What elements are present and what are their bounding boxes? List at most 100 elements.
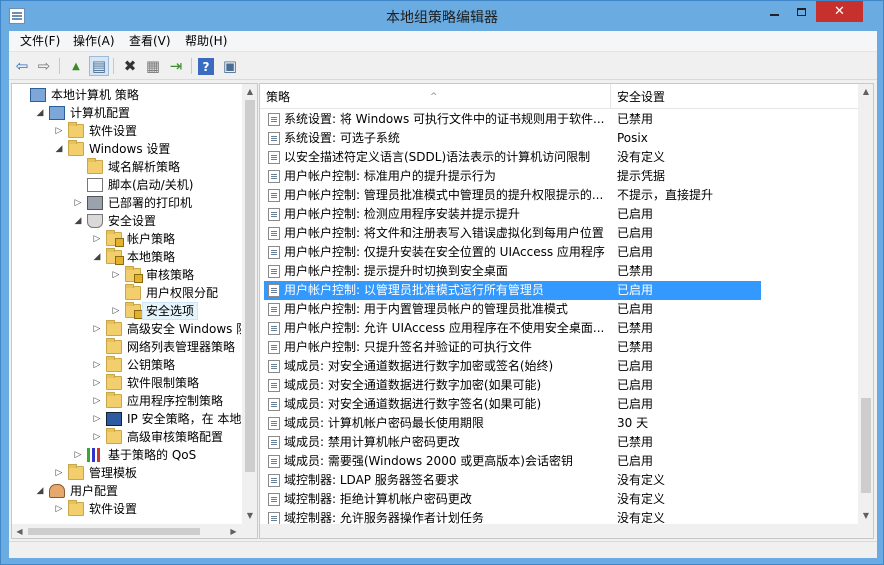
table-row[interactable]: 域成员: 对安全通道数据进行数字签名(如果可能) 已启用 xyxy=(260,395,858,414)
table-row[interactable]: 用户帐户控制: 以管理员批准模式运行所有管理员 已启用 xyxy=(260,281,858,300)
collapsed-arrow-icon[interactable]: ▷ xyxy=(92,356,102,374)
tree-item[interactable]: ▷ 软件限制策略 xyxy=(12,374,241,392)
tree-item[interactable]: ▷ 公钥策略 xyxy=(12,356,241,374)
table-row[interactable]: 用户帐户控制: 允许 UIAccess 应用程序在不使用安全桌面... 已禁用 xyxy=(260,319,858,338)
tree-item[interactable]: 域名解析策略 xyxy=(12,158,241,176)
table-row[interactable]: 域控制器: 允许服务器操作者计划任务 没有定义 xyxy=(260,509,858,524)
table-row[interactable]: 用户帐户控制: 将文件和注册表写入错误虚拟化到每用户位置 已启用 xyxy=(260,224,858,243)
scroll-thumb[interactable] xyxy=(28,528,200,535)
expanded-arrow-icon[interactable]: ◢ xyxy=(35,104,45,122)
tree-item[interactable]: ◢ 安全设置 xyxy=(12,212,241,230)
export-list-button[interactable]: ⇥ xyxy=(166,56,186,76)
tree-horizontal-scrollbar[interactable]: ◀ ▶ xyxy=(12,524,242,538)
scroll-down-icon[interactable]: ▼ xyxy=(858,508,873,523)
list-vertical-scrollbar[interactable]: ▲ ▼ xyxy=(858,84,873,524)
tree-vertical-scrollbar[interactable]: ▲ ▼ xyxy=(242,84,257,524)
tree-item[interactable]: ▷ 高级安全 Windows 防火墙 xyxy=(12,320,241,338)
show-hide-tree-button[interactable]: ▤ xyxy=(89,56,109,76)
collapsed-arrow-icon[interactable]: ▷ xyxy=(73,446,83,464)
scroll-down-icon[interactable]: ▼ xyxy=(242,508,257,523)
tree-item[interactable]: ▷ 审核策略 xyxy=(12,266,241,284)
menu-action[interactable]: 操作(A) xyxy=(73,33,115,50)
close-button[interactable]: ✕ xyxy=(816,1,863,22)
tree-item[interactable]: ▷ 已部署的打印机 xyxy=(12,194,241,212)
tree-item[interactable]: 本地计算机 策略 xyxy=(12,86,241,104)
menu-file[interactable]: 文件(F) xyxy=(20,33,60,50)
menu-view[interactable]: 查看(V) xyxy=(129,33,171,50)
tree-item[interactable]: ▷ 安全选项 xyxy=(12,302,241,320)
tree-item[interactable]: ▷ 高级审核策略配置 xyxy=(12,428,241,446)
view-button[interactable]: ▣ xyxy=(220,56,240,76)
properties-button[interactable]: ▦ xyxy=(143,56,163,76)
table-row[interactable]: 用户帐户控制: 提示提升时切换到安全桌面 已禁用 xyxy=(260,262,858,281)
table-row[interactable]: 用户帐户控制: 只提升签名并验证的可执行文件 已禁用 xyxy=(260,338,858,357)
tree-item[interactable]: ▷ 帐户策略 xyxy=(12,230,241,248)
tree-item[interactable]: ▷ IP 安全策略，在 本地计算机 xyxy=(12,410,241,428)
tree-item[interactable]: ◢ Windows 设置 xyxy=(12,140,241,158)
table-row[interactable]: 域成员: 对安全通道数据进行数字加密(如果可能) 已启用 xyxy=(260,376,858,395)
forward-button[interactable]: ⇨ xyxy=(34,56,54,76)
policy-setting-value: 已启用 xyxy=(617,283,654,297)
maximize-button[interactable] xyxy=(788,1,815,22)
tree-item[interactable]: 脚本(启动/关机) xyxy=(12,176,241,194)
expanded-arrow-icon[interactable]: ◢ xyxy=(54,140,64,158)
scroll-thumb[interactable] xyxy=(245,100,255,472)
help-button[interactable]: ? xyxy=(198,58,214,75)
collapsed-arrow-icon[interactable]: ▷ xyxy=(54,464,64,482)
table-row[interactable]: 用户帐户控制: 管理员批准模式中管理员的提升权限提示的... 不提示，直接提升 xyxy=(260,186,858,205)
tree-item[interactable]: ▷ 管理模板 xyxy=(12,464,241,482)
collapsed-arrow-icon[interactable]: ▷ xyxy=(111,302,121,320)
up-folder-button[interactable]: ▲ xyxy=(66,56,86,76)
collapsed-arrow-icon[interactable]: ▷ xyxy=(92,410,102,428)
tree-item[interactable]: ◢ 本地策略 xyxy=(12,248,241,266)
scroll-right-icon[interactable]: ▶ xyxy=(226,524,241,538)
list-horizontal-scrollbar[interactable] xyxy=(260,524,858,538)
expanded-arrow-icon[interactable]: ◢ xyxy=(92,248,102,266)
policy-tree[interactable]: 本地计算机 策略 ◢ 计算机配置 ▷ 软件设置 ◢ Windows 设置 域名解析策略 脚本(启… xyxy=(12,84,241,524)
collapsed-arrow-icon[interactable]: ▷ xyxy=(54,122,64,140)
table-row[interactable]: 域成员: 需要强(Windows 2000 或更高版本)会话密钥 已启用 xyxy=(260,452,858,471)
column-header-policy[interactable]: 策略 ^ xyxy=(260,84,611,109)
collapsed-arrow-icon[interactable]: ▷ xyxy=(92,230,102,248)
collapsed-arrow-icon[interactable]: ▷ xyxy=(92,392,102,410)
table-row[interactable]: 用户帐户控制: 用于内置管理员帐户的管理员批准模式 已启用 xyxy=(260,300,858,319)
scroll-left-icon[interactable]: ◀ xyxy=(12,524,27,538)
title-bar[interactable]: 本地组策略编辑器 ✕ xyxy=(1,1,883,31)
table-row[interactable]: 系统设置: 将 Windows 可执行文件中的证书规则用于软件... 已禁用 xyxy=(260,110,858,129)
collapsed-arrow-icon[interactable]: ▷ xyxy=(92,320,102,338)
collapsed-arrow-icon[interactable]: ▷ xyxy=(73,194,83,212)
scroll-thumb[interactable] xyxy=(861,398,871,493)
table-row[interactable]: 域成员: 计算机帐户密码最长使用期限 30 天 xyxy=(260,414,858,433)
tree-item[interactable]: 用户权限分配 xyxy=(12,284,241,302)
table-row[interactable]: 用户帐户控制: 标准用户的提升提示行为 提示凭据 xyxy=(260,167,858,186)
minimize-button[interactable] xyxy=(760,1,788,22)
table-row[interactable]: 域成员: 禁用计算机帐户密码更改 已禁用 xyxy=(260,433,858,452)
back-button[interactable]: ⇦ xyxy=(12,56,32,76)
table-row[interactable]: 系统设置: 可选子系统 Posix xyxy=(260,129,858,148)
collapsed-arrow-icon[interactable]: ▷ xyxy=(92,428,102,446)
expanded-arrow-icon[interactable]: ◢ xyxy=(35,482,45,500)
tree-item[interactable]: 网络列表管理器策略 xyxy=(12,338,241,356)
table-row[interactable]: 用户帐户控制: 检测应用程序安装并提示提升 已启用 xyxy=(260,205,858,224)
collapsed-arrow-icon[interactable]: ▷ xyxy=(92,374,102,392)
table-row[interactable]: 以安全描述符定义语言(SDDL)语法表示的计算机访问限制 没有定义 xyxy=(260,148,858,167)
column-header-setting[interactable]: 安全设置 xyxy=(611,84,858,109)
collapsed-arrow-icon[interactable]: ▷ xyxy=(54,500,64,518)
menu-help[interactable]: 帮助(H) xyxy=(185,33,227,50)
table-row[interactable]: 域控制器: LDAP 服务器签名要求 没有定义 xyxy=(260,471,858,490)
collapsed-arrow-icon[interactable]: ▷ xyxy=(111,266,121,284)
table-row[interactable]: 域成员: 对安全通道数据进行数字加密或签名(始终) 已启用 xyxy=(260,357,858,376)
delete-button[interactable]: ✖ xyxy=(120,56,140,76)
tree-item[interactable]: ▷ 应用程序控制策略 xyxy=(12,392,241,410)
tree-item[interactable]: ▷ 软件设置 xyxy=(12,122,241,140)
tree-item[interactable]: ▷ 软件设置 xyxy=(12,500,241,518)
table-row[interactable]: 用户帐户控制: 仅提升安装在安全位置的 UIAccess 应用程序 已启用 xyxy=(260,243,858,262)
folder-icon xyxy=(68,140,84,156)
expanded-arrow-icon[interactable]: ◢ xyxy=(73,212,83,230)
scroll-up-icon[interactable]: ▲ xyxy=(242,84,257,99)
scroll-up-icon[interactable]: ▲ xyxy=(858,84,873,99)
tree-item[interactable]: ◢ 用户配置 xyxy=(12,482,241,500)
table-row[interactable]: 域控制器: 拒绝计算机帐户密码更改 没有定义 xyxy=(260,490,858,509)
tree-item[interactable]: ◢ 计算机配置 xyxy=(12,104,241,122)
tree-item[interactable]: ▷ 基于策略的 QoS xyxy=(12,446,241,464)
